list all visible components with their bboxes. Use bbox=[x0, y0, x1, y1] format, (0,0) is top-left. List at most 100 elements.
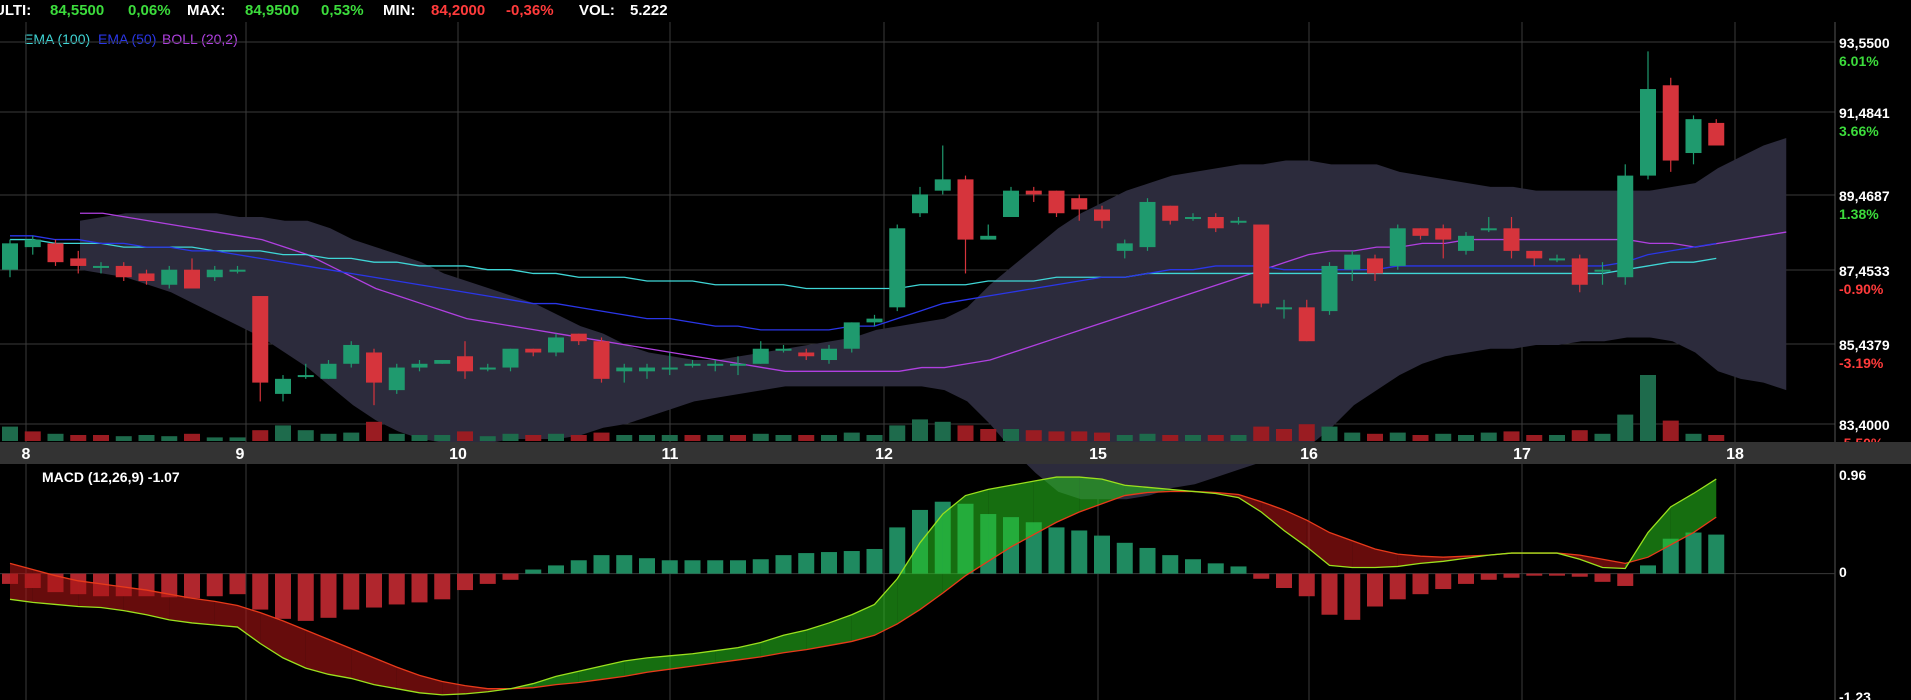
volume-bar bbox=[1389, 432, 1406, 441]
candle-body bbox=[138, 273, 155, 281]
legend-boll: BOLL (20,2) bbox=[162, 31, 238, 47]
macd-hist-bar bbox=[570, 560, 587, 574]
price-axis: 93,5500 6.01% 91,4841 3.66% 89,4687 1.38% 87,4… bbox=[1839, 35, 1890, 451]
stock-chart[interactable]: ULTI: 84,5500 0,06% MAX: 84,9500 0,53% M… bbox=[0, 0, 1911, 700]
candle-body bbox=[593, 341, 610, 379]
candle-body bbox=[343, 344, 360, 364]
date-tick-label: 10 bbox=[449, 446, 467, 463]
macd-hist-bar bbox=[798, 553, 815, 574]
macd-hist-bar bbox=[1207, 563, 1224, 574]
price-tick-pct: 6.01% bbox=[1839, 53, 1879, 69]
macd-hist-bar bbox=[866, 548, 883, 574]
macd-hist-bar bbox=[343, 573, 360, 610]
volume-bar bbox=[1480, 432, 1497, 441]
candle-body bbox=[1503, 228, 1520, 251]
macd-fill-segment bbox=[192, 598, 215, 625]
candle-body bbox=[1662, 85, 1679, 161]
macd-hist-bar bbox=[1321, 573, 1338, 615]
volume-bar bbox=[548, 433, 564, 441]
volume-bar bbox=[138, 435, 155, 441]
candle-body bbox=[1071, 198, 1088, 210]
volume-bar bbox=[343, 432, 360, 441]
max-label: MAX: bbox=[187, 2, 225, 19]
macd-hist-bar bbox=[275, 573, 291, 619]
price-tick-label: 93,5500 bbox=[1839, 35, 1890, 51]
macd-hist-bar bbox=[1549, 573, 1565, 576]
candle-body bbox=[411, 363, 428, 368]
candle-body bbox=[388, 367, 405, 391]
volume-bar bbox=[1253, 426, 1270, 441]
macd-hist-bar bbox=[707, 560, 724, 574]
macd-hist-bar bbox=[1412, 573, 1429, 595]
price-tick-label: 87,4533 bbox=[1839, 263, 1890, 279]
candle-body bbox=[206, 269, 223, 278]
macd-hist-bar bbox=[821, 552, 837, 574]
macd-hist-bar bbox=[525, 569, 542, 574]
candle-body bbox=[47, 243, 64, 263]
candle-body bbox=[548, 337, 564, 353]
volume-bar bbox=[866, 435, 883, 441]
volume-bar bbox=[161, 436, 178, 441]
max-value: 84,9500 bbox=[245, 2, 299, 19]
candle-body bbox=[366, 352, 382, 383]
candle-body bbox=[1185, 217, 1201, 220]
volume-bar bbox=[1594, 433, 1611, 441]
volume-bar bbox=[24, 431, 41, 441]
candle-body bbox=[1458, 235, 1474, 251]
candle-body bbox=[2, 243, 18, 270]
volume-bar bbox=[1571, 430, 1588, 441]
macd-hist-bar bbox=[1344, 573, 1361, 620]
macd-hist-bar bbox=[366, 573, 382, 608]
macd-fill-segment bbox=[328, 639, 352, 679]
volume-bar bbox=[93, 435, 109, 441]
candle-body bbox=[1298, 307, 1315, 342]
date-tick-label: 17 bbox=[1513, 446, 1531, 463]
macd-fill-segment bbox=[305, 630, 329, 675]
candle-body bbox=[730, 363, 746, 366]
volume-bar bbox=[639, 435, 655, 441]
volume-bar bbox=[1640, 375, 1656, 441]
macd-hist-bar bbox=[730, 560, 746, 574]
macd-fill-segment bbox=[1056, 477, 1080, 523]
candle-body bbox=[1094, 209, 1110, 221]
volume-bar bbox=[1367, 433, 1383, 441]
volume-bar bbox=[275, 425, 291, 441]
macd-hist-bar bbox=[661, 560, 678, 574]
macd-hist-bar bbox=[1389, 573, 1406, 600]
candle-body bbox=[1708, 122, 1725, 146]
volume-bar bbox=[1230, 435, 1247, 441]
candle-body bbox=[661, 367, 678, 370]
volume-bar bbox=[775, 435, 792, 441]
candle-body bbox=[1594, 269, 1611, 272]
candle-body bbox=[252, 296, 269, 383]
candle-body bbox=[1571, 258, 1588, 285]
volume-bar bbox=[730, 435, 746, 441]
volume-bar bbox=[1139, 433, 1156, 441]
price-tick-pct: -0.90% bbox=[1839, 281, 1884, 297]
volume-bar bbox=[320, 433, 337, 441]
macd-hist-bar bbox=[1594, 573, 1611, 582]
macd-hist-bar bbox=[1162, 555, 1179, 574]
candle-body bbox=[1003, 190, 1019, 218]
candle-body bbox=[889, 228, 906, 308]
macd-tick-label: -1.23 bbox=[1839, 689, 1871, 700]
volume-bar bbox=[47, 433, 64, 441]
volume-bar bbox=[70, 435, 87, 441]
date-tick-label: 15 bbox=[1089, 446, 1107, 463]
macd-hist-bar bbox=[889, 527, 906, 574]
price-tick-pct: 1.38% bbox=[1839, 206, 1879, 222]
macd-hist-bar bbox=[297, 573, 314, 621]
vol-value: 5.222 bbox=[630, 2, 668, 19]
volume-bar bbox=[1503, 431, 1520, 441]
macd-hist-bar bbox=[1116, 542, 1133, 574]
date-axis-bar bbox=[0, 442, 1911, 464]
macd-hist-bar bbox=[1276, 573, 1292, 589]
price-header: ULTI: 84,5500 0,06% MAX: 84,9500 0,53% M… bbox=[0, 2, 668, 19]
date-tick-label: 8 bbox=[22, 446, 31, 463]
price-tick-pct: 3.66% bbox=[1839, 123, 1879, 139]
candle-body bbox=[570, 333, 587, 342]
volume-bar bbox=[1662, 420, 1679, 441]
macd-hist-bar bbox=[411, 573, 428, 603]
candle-body bbox=[1253, 224, 1270, 304]
candle-body bbox=[616, 367, 633, 372]
